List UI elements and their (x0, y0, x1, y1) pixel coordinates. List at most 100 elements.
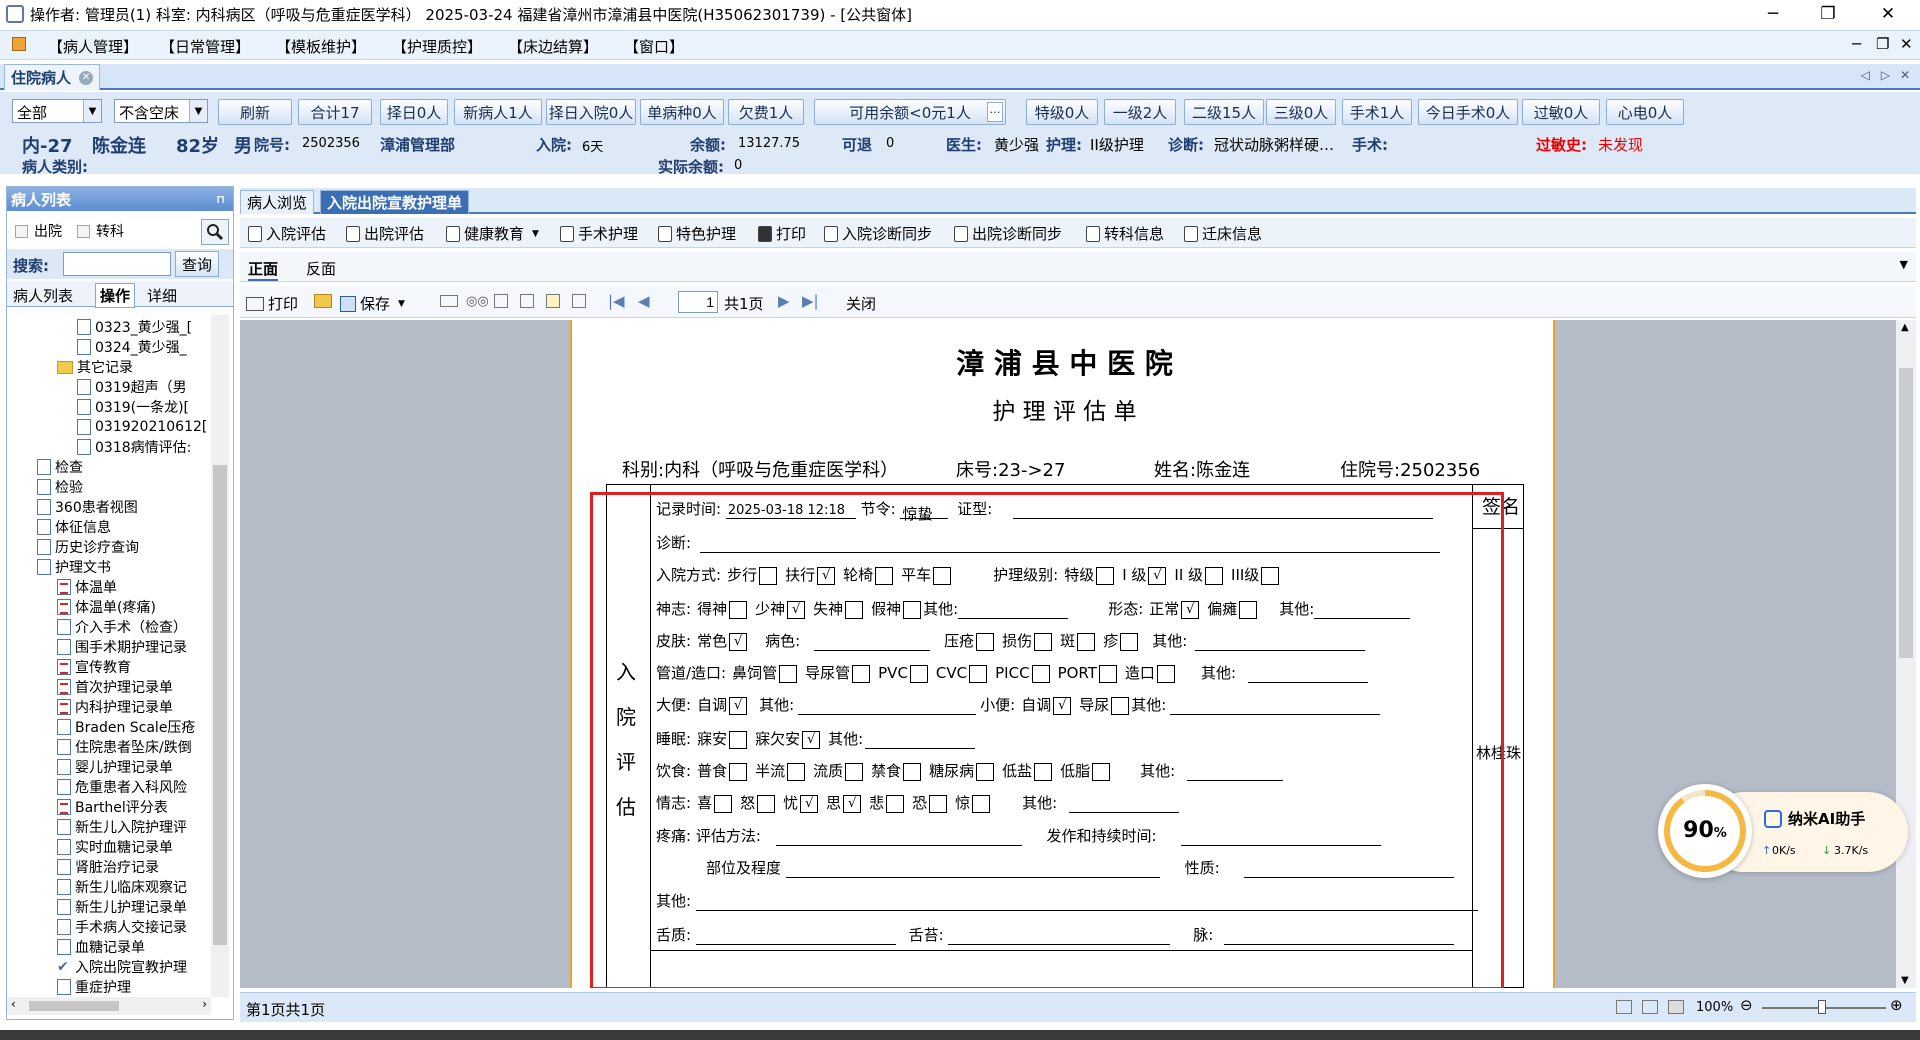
surgery-button[interactable]: 手术1人 (1342, 99, 1412, 125)
tree-node[interactable]: 0324_黄少强_ (77, 337, 187, 357)
tree-node[interactable]: Barthel评分表 (57, 797, 168, 817)
menu-patient[interactable]: 【病人管理】 (48, 36, 138, 57)
scope-select[interactable]: 全部 ▼ (12, 99, 102, 123)
allergy-button[interactable]: 过敏0人 (1522, 99, 1600, 125)
first-page-icon[interactable]: |◀ (608, 292, 625, 310)
tab-patient-list[interactable]: 病人列表 (13, 285, 73, 306)
tree-node[interactable]: 内科护理记录单 (57, 697, 173, 717)
open-folder-icon[interactable] (314, 294, 332, 308)
tree-node[interactable]: 首次护理记录单 (57, 677, 173, 697)
minimize-button[interactable]: ─ (1745, 0, 1801, 28)
tree-node[interactable]: 手术病人交接记录 (57, 917, 187, 937)
scroll-up-icon[interactable]: ▲ (1901, 322, 1909, 333)
search-icon[interactable] (201, 219, 229, 245)
tree-node[interactable]: 重症护理 (57, 977, 131, 997)
menu-bedside[interactable]: 【床边结算】 (508, 36, 598, 57)
arrears-button[interactable]: 欠费1人 (728, 99, 804, 125)
mail-icon[interactable] (440, 295, 458, 307)
total-button[interactable]: 合计17 (298, 99, 372, 125)
discharged-checkbox[interactable]: 出院 (13, 221, 62, 241)
tree-node[interactable]: 0318病情评估: (77, 437, 191, 457)
level-3-button[interactable]: 三级0人 (1266, 99, 1336, 125)
tree-node[interactable]: 婴儿护理记录单 (57, 757, 173, 777)
close-button[interactable]: ✕ (1860, 0, 1916, 28)
save-button[interactable]: 保存 ▼ (340, 293, 405, 314)
admit-dx-sync-button[interactable]: 入院诊断同步 (824, 223, 932, 244)
tree-node[interactable]: 护理文书 (37, 557, 111, 577)
tree-node[interactable]: 新生儿护理记录单 (57, 897, 187, 917)
mdi-restore-icon[interactable]: ❐ (1876, 35, 1889, 53)
tree-hscrollbar[interactable]: ‹ › (7, 997, 211, 1015)
transfer-info-button[interactable]: 转科信息 (1086, 223, 1164, 244)
tab-close-icon[interactable]: ✕ (79, 70, 94, 85)
tab-detail[interactable]: 详细 (147, 285, 177, 306)
tab-left-arrow-icon[interactable]: ◁ (1861, 68, 1870, 82)
bed-move-button[interactable]: 迁床信息 (1184, 223, 1262, 244)
tree-node[interactable]: 新生儿临床观察记 (57, 877, 187, 897)
layout-icon[interactable] (494, 294, 508, 308)
view-double-icon[interactable] (1642, 1000, 1658, 1014)
print-button[interactable]: 打印 (758, 223, 806, 244)
tree-node[interactable]: 实时血糖记录单 (57, 837, 173, 857)
zoom-out-icon[interactable]: ⊖ (1740, 996, 1753, 1014)
tree-node[interactable]: 新生儿入院护理评 (57, 817, 187, 837)
select-day-button[interactable]: 择日0人 (380, 99, 448, 125)
today-surgery-button[interactable]: 今日手术0人 (1418, 99, 1518, 125)
tree-node[interactable]: 检查 (37, 457, 83, 477)
tree-node[interactable]: 031920210612[ (77, 417, 207, 437)
tree-node[interactable]: 肾脏治疗记录 (57, 857, 159, 877)
tree-node[interactable]: 体温单(疼痛) (57, 597, 156, 617)
tree-node[interactable]: 其它记录 (57, 357, 133, 377)
menu-daily[interactable]: 【日常管理】 (160, 36, 250, 57)
level-1-button[interactable]: 一级2人 (1104, 99, 1176, 125)
tree-node[interactable]: Braden Scale压疮 (57, 717, 195, 737)
tab-inpatient[interactable]: 住院病人 ✕ (4, 64, 101, 90)
mdi-close-icon[interactable]: ✕ (1900, 35, 1913, 53)
tree-scrollbar[interactable] (211, 315, 229, 997)
special-care-button[interactable]: 特色护理 (658, 223, 736, 244)
next-page-icon[interactable]: ▶ (778, 292, 790, 310)
doc-print-button[interactable]: 打印 (246, 293, 298, 314)
tree-node[interactable]: 住院患者坠床/跌倒 (57, 737, 192, 757)
zoom-icon[interactable] (520, 294, 534, 308)
close-doc-button[interactable]: 关闭 (846, 293, 876, 314)
scroll-thumb[interactable] (1899, 368, 1913, 658)
new-patient-button[interactable]: 新病人1人 (454, 99, 542, 125)
tree-node[interactable]: 0319超声（男 (77, 377, 187, 397)
tree-node[interactable]: 0323_黄少强_[ (77, 317, 192, 337)
tree-node[interactable]: 体温单 (57, 577, 117, 597)
query-button[interactable]: 查询 (175, 251, 219, 277)
page-icon[interactable] (572, 294, 586, 308)
tab-right-arrow-icon[interactable]: ▷ (1881, 68, 1890, 82)
prev-page-icon[interactable]: ◀ (638, 292, 650, 310)
tree-node[interactable]: 围手术期护理记录 (57, 637, 187, 657)
tree-node[interactable]: 0319(一条龙)[ (77, 397, 189, 417)
tab-patient-browse[interactable]: 病人浏览 (240, 190, 315, 214)
single-disease-button[interactable]: 单病种0人 (640, 99, 724, 125)
tree-node[interactable]: 介入手术（检查） (57, 617, 187, 637)
document-scrollbar[interactable]: ▲ ▼ (1896, 320, 1916, 988)
tree-node[interactable]: 危重患者入科风险 (57, 777, 187, 797)
level-special-button[interactable]: 特级0人 (1026, 99, 1098, 125)
ecg-button[interactable]: 心电0人 (1606, 99, 1684, 125)
tree-node[interactable]: ✔ 入院出院宣教护理 (57, 957, 187, 977)
select-day-admit-button[interactable]: 择日入院0人 (546, 99, 636, 125)
balance-filter-button[interactable]: 可用余额<0元1人 … (814, 99, 1006, 125)
mdi-minimize-icon[interactable]: ─ (1852, 35, 1861, 53)
health-edu-button[interactable]: 健康教育 ▼ (446, 223, 539, 244)
tree-node[interactable]: 360患者视图 (37, 497, 138, 517)
last-page-icon[interactable]: ▶| (802, 292, 819, 310)
ellipsis-icon[interactable]: … (987, 102, 1003, 122)
search-input[interactable] (63, 252, 171, 276)
page-number-input[interactable] (678, 291, 718, 313)
tab-back[interactable]: 反面 (306, 258, 336, 279)
tree-node[interactable]: 检验 (37, 477, 83, 497)
tab-operation[interactable]: 操作 (95, 283, 136, 308)
menu-template[interactable]: 【模板维护】 (276, 36, 366, 57)
surgery-care-button[interactable]: 手术护理 (560, 223, 638, 244)
menu-quality[interactable]: 【护理质控】 (392, 36, 482, 57)
tree-node[interactable]: 血糖记录单 (57, 937, 145, 957)
view-multi-icon[interactable] (1668, 1000, 1684, 1014)
tab-education-form[interactable]: 入院出院宣教护理单 (320, 190, 470, 214)
zoom-slider-thumb[interactable] (1818, 1000, 1826, 1014)
